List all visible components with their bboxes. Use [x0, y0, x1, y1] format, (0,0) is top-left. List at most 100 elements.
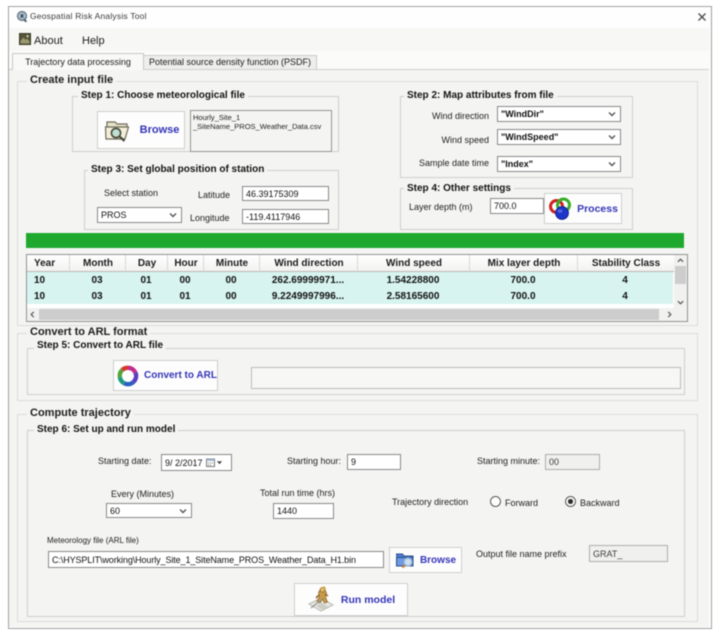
grid-cell[interactable]: 01 [167, 288, 203, 304]
radio-forward[interactable] [490, 496, 501, 507]
grid-cell[interactable]: 00 [203, 272, 259, 288]
grid-header-cell[interactable]: Wind direction [259, 255, 358, 272]
scroll-up-icon[interactable] [677, 258, 684, 263]
process-icon [548, 196, 574, 222]
step6-label: Step 6: Set up and run model [34, 425, 178, 435]
total-run-time-input[interactable]: 1440 [273, 503, 334, 519]
grid-cell[interactable]: 00 [167, 272, 203, 288]
starting-minute-value: 00 [549, 457, 559, 467]
grid-hscrollbar[interactable] [27, 308, 675, 321]
chevron-down-icon [608, 112, 616, 117]
longitude-label: Longitude [190, 213, 230, 223]
layer-depth-input[interactable]: 700.0 [490, 198, 544, 214]
starting-date-label: Starting date: [98, 456, 152, 466]
app-icon [16, 10, 29, 23]
every-minutes-value: 60 [110, 506, 120, 516]
grid-cell[interactable]: 01 [125, 288, 167, 304]
longitude-value: -119.4117946 [246, 212, 300, 222]
starting-date-value: 9/ 2/2017 [165, 458, 203, 468]
step2-label: Step 2: Map attributes from file [404, 91, 557, 101]
convert-to-arl-button[interactable]: Convert to ARL [113, 360, 218, 391]
forward-label: Forward [505, 498, 538, 508]
every-minutes-combobox[interactable]: 60 [106, 503, 192, 518]
latitude-value: 46.39175309 [246, 189, 299, 199]
menu-item-help[interactable]: Help [82, 35, 105, 47]
total-run-time-value: 1440 [277, 506, 297, 516]
grid-cell[interactable]: 2.58165600 [357, 288, 469, 304]
wind-speed-label: Wind speed [422, 135, 489, 145]
group-compute-trajectory-label: Compute trajectory [27, 408, 134, 419]
folder-search-icon [103, 116, 135, 144]
grid-header-cell[interactable]: Minute [203, 255, 260, 272]
scroll-down-icon[interactable] [677, 300, 684, 305]
browse-button[interactable]: Browse [97, 111, 185, 149]
run-model-button[interactable]: Run model [294, 583, 408, 616]
grid-cell[interactable]: 9.2249997996... [259, 288, 357, 304]
backward-label: Backward [580, 498, 620, 508]
starting-hour-label: Starting hour: [287, 456, 341, 466]
grid-cell[interactable]: 700.0 [469, 288, 577, 304]
chosen-file-label: Hourly_Site_1 _SiteName_PROS_Weather_Dat… [190, 110, 332, 152]
grid-cell[interactable]: 03 [69, 288, 125, 304]
arl-progress-bar [251, 367, 681, 389]
grid-cell[interactable]: 4 [577, 288, 673, 304]
starting-minute-input[interactable]: 00 [545, 454, 600, 470]
grid-cell[interactable]: 00 [203, 288, 259, 304]
group-create-input-file-label: Create input file [27, 75, 116, 86]
grid-cell[interactable]: 4 [577, 272, 673, 288]
latitude-input[interactable]: 46.39175309 [242, 186, 329, 201]
meteorology-file-label: Meteorology file (ARL file) [47, 536, 139, 545]
step4-label: Step 4: Other settings [404, 184, 514, 194]
grid-vscroll-thumb[interactable] [675, 266, 686, 284]
chevron-down-icon [608, 162, 616, 167]
grid-header-cell[interactable]: Month [69, 255, 126, 272]
grid-header-cell[interactable]: Wind speed [357, 255, 470, 272]
longitude-input[interactable]: -119.4117946 [242, 209, 329, 224]
grid-header-cell[interactable]: Hour [167, 255, 204, 272]
grid-header-cell[interactable]: Stability Class [577, 255, 674, 272]
grid-cell[interactable]: 03 [69, 272, 125, 288]
wind-direction-label: Wind direction [422, 111, 489, 121]
scroll-left-icon[interactable] [30, 311, 35, 318]
grid-hscroll-thumb[interactable] [39, 309, 659, 320]
grid-cell[interactable]: 262.69999971... [259, 272, 357, 288]
starting-date-picker[interactable]: 9/ 2/2017 [161, 454, 232, 471]
station-combobox[interactable]: PROS [97, 207, 182, 223]
convert-arl-icon [116, 364, 140, 388]
arl-browse-button[interactable]: Browse [389, 547, 462, 573]
every-minutes-label: Every (Minutes) [111, 489, 174, 499]
process-button[interactable]: Process [544, 193, 622, 224]
arl-browse-button-label: Browse [420, 555, 456, 566]
output-prefix-input[interactable]: GRAT_ [589, 545, 668, 562]
step5-label: Step 5: Convert to ARL file [34, 341, 166, 351]
grid-cell[interactable]: 700.0 [469, 272, 577, 288]
wind-speed-combobox[interactable]: "WindSpeed" [497, 129, 621, 145]
meteorology-file-value: C:\HYSPLIT\working\Hourly_Site_1_SiteNam… [52, 555, 356, 565]
tab-trajectory-data-processing[interactable]: Trajectory data processing [12, 53, 144, 70]
run-model-button-label: Run model [341, 594, 395, 606]
grid-header-cell[interactable]: Mix layer depth [469, 255, 578, 272]
app-root: Geospatial Risk Analysis Tool About Help… [0, 0, 720, 635]
sample-date-time-label: Sample date time [412, 158, 489, 168]
calendar-icon [206, 458, 215, 467]
grid-cell[interactable]: 01 [125, 272, 167, 288]
layer-depth-label: Layer depth (m) [409, 202, 473, 212]
total-run-time-label: Total run time (hrs) [260, 488, 335, 498]
close-icon[interactable] [694, 9, 710, 25]
chosen-file-line1: Hourly_Site_1 [193, 113, 331, 122]
meteorology-file-input[interactable]: C:\HYSPLIT\working\Hourly_Site_1_SiteNam… [48, 551, 384, 568]
sample-date-time-combobox[interactable]: "Index" [497, 156, 621, 172]
grid-header-cell[interactable]: Day [125, 255, 168, 272]
data-grid[interactable]: YearMonthDayHourMinuteWind directionWind… [26, 254, 688, 322]
starting-minute-label: Starting minute: [477, 456, 540, 466]
radio-backward[interactable] [565, 496, 576, 507]
grid-vscrollbar[interactable] [674, 255, 687, 308]
starting-hour-input[interactable]: 9 [347, 454, 401, 470]
scroll-right-icon[interactable] [667, 311, 672, 318]
menu-item-about[interactable]: About [34, 35, 63, 47]
grid-cell[interactable]: 1.54228800 [357, 272, 469, 288]
wind-speed-value: "WindSpeed" [501, 132, 558, 142]
wind-direction-combobox[interactable]: "WindDir" [497, 106, 621, 122]
main-progress-bar [26, 233, 684, 248]
tab-psdf[interactable]: Potential source density function (PSDF) [143, 55, 317, 69]
